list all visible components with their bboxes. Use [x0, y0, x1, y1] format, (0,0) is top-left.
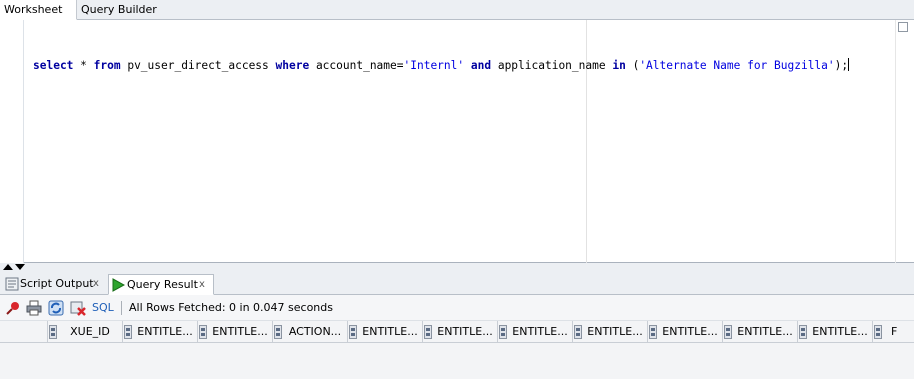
result-tab-strip: Script Output x Query Result x: [0, 273, 914, 295]
sql-link[interactable]: SQL: [92, 300, 114, 316]
grid-body-empty[interactable]: [0, 343, 914, 379]
column-header[interactable]: ENTITLE...: [347, 321, 422, 343]
sql-table-name: pv_user_direct_access: [120, 59, 276, 72]
column-type-icon: [574, 325, 582, 339]
sql-keyword-in: in: [612, 59, 626, 72]
column-header-label: F: [891, 325, 898, 338]
sql-editor[interactable]: select * from pv_user_direct_access wher…: [0, 20, 914, 263]
tab-query-builder[interactable]: Query Builder: [81, 0, 157, 20]
column-type-icon: [424, 325, 432, 339]
sql-star: *: [73, 59, 94, 72]
grid-row-corner[interactable]: [0, 321, 47, 343]
column-type-icon: [499, 325, 507, 339]
sql-keyword-select: select: [33, 59, 74, 72]
column-header[interactable]: ENTITLE...: [572, 321, 647, 343]
tab-script-output[interactable]: Script Output x: [3, 274, 105, 295]
sql-condition-account: account_name=: [309, 59, 404, 72]
pin-icon[interactable]: [5, 300, 21, 316]
column-type-icon: [349, 325, 357, 339]
refresh-icon[interactable]: [48, 300, 64, 316]
splitter-up-down-icon[interactable]: [3, 263, 25, 271]
column-type-icon: [874, 325, 882, 339]
sql-keyword-where: where: [275, 59, 310, 72]
tab-script-output-label: Script Output: [20, 277, 94, 290]
sql-space: [464, 59, 471, 72]
column-header[interactable]: ENTITLE...: [722, 321, 797, 343]
tab-query-result-label: Query Result: [127, 278, 198, 291]
sql-open-paren: (: [625, 59, 640, 72]
sql-keyword-from: from: [93, 59, 121, 72]
print-icon[interactable]: [26, 300, 42, 316]
column-header[interactable]: ENTITLE...: [197, 321, 272, 343]
column-type-icon: [724, 325, 732, 339]
column-type-icon: [799, 325, 807, 339]
column-type-icon: [124, 325, 132, 339]
column-header[interactable]: ACTION...: [272, 321, 347, 343]
delete-icon[interactable]: [70, 300, 86, 316]
script-output-icon: [5, 277, 19, 291]
column-header[interactable]: ENTITLE...: [122, 321, 197, 343]
column-header[interactable]: XUE_ID: [47, 321, 122, 343]
column-type-icon: [49, 325, 57, 339]
column-header-label: ENTITLE...: [737, 325, 793, 338]
column-header[interactable]: ENTITLE...: [497, 321, 572, 343]
fetch-status: All Rows Fetched: 0 in 0.047 seconds: [129, 301, 333, 314]
run-triangle-icon: [112, 278, 125, 292]
editor-right-rule: [895, 20, 896, 263]
grid-header: XUE_ID ENTITLE... ENTITLE... ACTION... E…: [0, 321, 914, 343]
column-header[interactable]: F: [872, 321, 914, 343]
toolbar-separator: [121, 301, 122, 315]
column-header[interactable]: ENTITLE...: [647, 321, 722, 343]
editor-margin-line: [586, 20, 587, 263]
result-grid[interactable]: XUE_ID ENTITLE... ENTITLE... ACTION... E…: [0, 321, 914, 379]
sql-condition-application: application_name: [491, 59, 613, 72]
column-header-label: ENTITLE...: [362, 325, 418, 338]
column-header-label: ENTITLE...: [137, 325, 193, 338]
column-header-label: ENTITLE...: [812, 325, 868, 338]
close-icon[interactable]: x: [199, 275, 205, 295]
column-header-label: ENTITLE...: [212, 325, 268, 338]
worksheet-tab-strip: Worksheet Query Builder: [0, 0, 914, 20]
column-header-label: ENTITLE...: [512, 325, 568, 338]
column-header-label: ACTION...: [288, 325, 342, 338]
column-type-icon: [274, 325, 282, 339]
sql-string-application: 'Alternate Name for Bugzilla': [639, 59, 835, 72]
column-type-icon: [649, 325, 657, 339]
column-header-label: XUE_ID: [70, 325, 110, 338]
sql-close: );: [834, 59, 849, 72]
sql-keyword-and: and: [470, 59, 492, 72]
tab-query-result[interactable]: Query Result x: [108, 274, 214, 295]
column-header-label: ENTITLE...: [587, 325, 643, 338]
text-caret: [848, 58, 850, 71]
result-toolbar: SQL All Rows Fetched: 0 in 0.047 seconds: [0, 295, 914, 321]
tab-worksheet[interactable]: Worksheet: [0, 0, 77, 20]
sql-statement[interactable]: select * from pv_user_direct_access wher…: [33, 58, 850, 74]
column-header[interactable]: ENTITLE...: [797, 321, 872, 343]
column-type-icon: [199, 325, 207, 339]
panel-splitter[interactable]: [0, 263, 914, 273]
column-header-label: ENTITLE...: [437, 325, 493, 338]
editor-corner-box[interactable]: [898, 22, 908, 32]
splitter-arrows-icon[interactable]: [3, 263, 25, 273]
editor-gutter: [0, 20, 24, 263]
close-icon[interactable]: x: [93, 274, 99, 294]
sql-string-account: 'Internl': [403, 59, 465, 72]
column-header[interactable]: ENTITLE...: [422, 321, 497, 343]
column-header-label: ENTITLE...: [662, 325, 718, 338]
